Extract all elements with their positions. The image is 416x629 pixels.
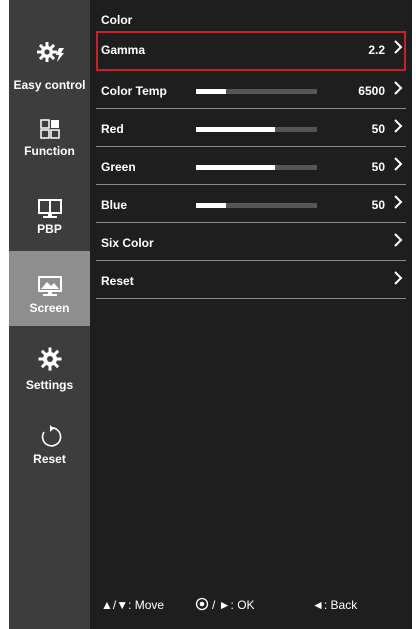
level-bar-fill [196, 165, 275, 170]
row-divider [96, 108, 406, 109]
screen-icon [37, 276, 62, 296]
row-divider [96, 222, 406, 223]
row-label: Six Color [101, 236, 154, 250]
sidebar-item-function[interactable]: Function [9, 118, 90, 168]
move-hint: ▲/▼: Move [101, 598, 165, 612]
easy-control-icon [36, 42, 64, 62]
menu-row-blue[interactable]: Blue 50 [96, 186, 406, 223]
row-divider [96, 146, 406, 147]
sidebar-item-label: Settings [25, 378, 74, 392]
sidebar-item-reset[interactable]: Reset [9, 424, 90, 468]
level-bar[interactable] [196, 89, 317, 94]
chevron-right-icon [394, 195, 403, 209]
sidebar-item-label: Reset [33, 452, 66, 466]
ok-hint: / ►: OK [212, 598, 255, 612]
menu-row-reset[interactable]: Reset [96, 262, 406, 299]
row-value: 50 [371, 160, 385, 174]
row-value: 50 [371, 198, 385, 212]
sidebar-item-label: PBP [37, 222, 62, 236]
menu-row-color-temp[interactable]: Color Temp 6500 [96, 72, 406, 109]
level-bar[interactable] [196, 203, 317, 208]
row-divider [96, 184, 406, 185]
row-label: Green [101, 160, 136, 174]
row-divider [96, 260, 406, 261]
menu-row-six-color[interactable]: Six Color [96, 224, 406, 261]
row-label: Gamma [101, 43, 146, 57]
level-bar-fill [196, 127, 275, 132]
level-bar[interactable] [196, 127, 317, 132]
function-icon [39, 119, 60, 139]
row-value: 2.2 [368, 43, 385, 57]
reset-icon [41, 425, 61, 447]
row-divider [96, 298, 406, 299]
chevron-right-icon [394, 40, 403, 54]
row-label: Red [101, 122, 124, 136]
chevron-right-icon [394, 157, 403, 171]
row-value: 6500 [358, 84, 385, 98]
level-bar[interactable] [196, 165, 317, 170]
sidebar-item-label: Function [24, 144, 75, 158]
chevron-right-icon [394, 271, 403, 285]
joystick-icon [195, 597, 209, 611]
chevron-right-icon [394, 119, 403, 133]
level-bar-fill [196, 203, 227, 208]
sidebar-item-label: Easy control [13, 78, 86, 92]
sidebar-item-label: Screen [29, 301, 70, 315]
row-label: Reset [101, 274, 134, 288]
row-label: Blue [101, 198, 128, 212]
level-bar-fill [196, 89, 227, 94]
section-title: Color [101, 13, 133, 27]
settings-icon [38, 347, 61, 371]
pbp-icon [37, 199, 62, 218]
sidebar-item-settings[interactable]: Settings [9, 346, 90, 396]
row-label: Color Temp [101, 84, 167, 98]
osd-sidebar: Easy control Function PBP Screen Setting… [9, 0, 90, 629]
chevron-right-icon [394, 81, 403, 95]
menu-row-green[interactable]: Green 50 [96, 148, 406, 185]
row-value: 50 [371, 122, 385, 136]
osd-main-panel: Color Gamma 2.2 Color Temp 6500 Red 50 G… [90, 0, 412, 629]
back-hint: ◄: Back [312, 598, 358, 612]
sidebar-item-pbp[interactable]: PBP [9, 198, 90, 242]
menu-row-gamma[interactable]: Gamma 2.2 [96, 31, 406, 71]
key-guide: ▲/▼: Move / ►: OK ◄: Back [101, 596, 401, 614]
sidebar-item-easy-control[interactable]: Easy control [9, 40, 90, 100]
sidebar-item-screen[interactable]: Screen [9, 251, 90, 326]
chevron-right-icon [394, 233, 403, 247]
menu-row-red[interactable]: Red 50 [96, 110, 406, 147]
